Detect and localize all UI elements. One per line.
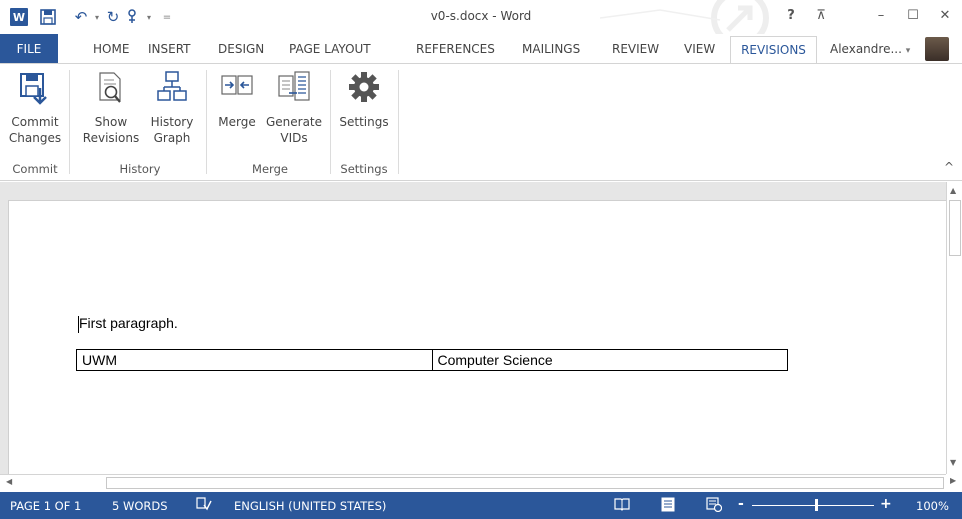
generate-vids-button[interactable]: Generate VIDs: [262, 70, 326, 146]
tab-insert[interactable]: INSERT: [148, 42, 191, 56]
zoom-level[interactable]: 100%: [916, 499, 949, 513]
tab-file[interactable]: FILE: [0, 34, 58, 64]
history-graph-label-1: History: [150, 115, 194, 129]
read-mode-icon[interactable]: [614, 497, 630, 514]
settings-button[interactable]: Settings: [334, 70, 394, 130]
ribbon-separator: [330, 70, 331, 174]
show-revisions-label-2: Revisions: [82, 131, 140, 145]
print-layout-icon[interactable]: [660, 497, 676, 515]
scroll-up-icon[interactable]: ▲: [950, 186, 956, 195]
ribbon: Commit Changes Commit Show Revisions His…: [0, 63, 962, 181]
close-button[interactable]: ✕: [934, 6, 956, 26]
table-row: UWM Computer Science: [76, 349, 788, 371]
group-settings-label: Settings: [340, 162, 388, 176]
horizontal-scrollbar[interactable]: ◀: [0, 474, 946, 490]
zoom-in-button[interactable]: +: [880, 496, 892, 512]
vertical-scrollbar[interactable]: ▲ ▼: [946, 182, 962, 474]
history-graph-icon: [157, 71, 187, 101]
tab-mailings[interactable]: MAILINGS: [522, 42, 580, 56]
horizontal-scroll-thumb[interactable]: [106, 477, 944, 489]
user-dropdown-icon: ▾: [905, 46, 911, 56]
table-cell[interactable]: UWM: [76, 349, 433, 371]
document-page[interactable]: First paragraph. UWM Computer Science: [8, 200, 946, 474]
scroll-left-icon[interactable]: ◀: [6, 477, 12, 486]
document-area: First paragraph. UWM Computer Science: [0, 182, 946, 474]
tab-design[interactable]: DESIGN: [218, 42, 264, 56]
tab-home[interactable]: HOME: [93, 42, 129, 56]
merge-button[interactable]: Merge: [214, 70, 260, 130]
user-name: Alexandre...: [830, 42, 902, 56]
status-bar: PAGE 1 OF 1 5 WORDS ENGLISH (UNITED STAT…: [0, 492, 962, 519]
merge-label: Merge: [218, 115, 256, 129]
show-revisions-label-1: Show: [94, 115, 128, 129]
show-revisions-button[interactable]: Show Revisions: [80, 70, 142, 146]
ribbon-separator: [69, 70, 70, 174]
zoom-out-button[interactable]: -: [738, 496, 744, 512]
proofing-icon[interactable]: [196, 497, 212, 514]
scroll-down-icon[interactable]: ▼: [950, 458, 956, 467]
table-cell[interactable]: Computer Science: [431, 349, 788, 371]
group-merge-label: Merge: [252, 162, 288, 176]
zoom-slider-thumb[interactable]: [815, 499, 818, 511]
tab-revisions[interactable]: REVISIONS: [730, 36, 817, 65]
show-revisions-icon: [99, 72, 121, 103]
merge-icon: [221, 75, 253, 95]
ribbon-display-options-button[interactable]: ⊼: [810, 6, 832, 26]
group-history-label: History: [119, 162, 161, 176]
help-button[interactable]: ?: [780, 6, 802, 26]
generate-vids-icon: [278, 71, 310, 101]
commit-changes-button[interactable]: Commit Changes: [6, 70, 64, 146]
web-layout-icon[interactable]: [706, 497, 723, 515]
ribbon-separator: [206, 70, 207, 174]
word-count[interactable]: 5 WORDS: [112, 499, 168, 513]
scrollbar-corner: ▶: [946, 474, 962, 490]
page-count[interactable]: PAGE 1 OF 1: [10, 499, 81, 513]
tab-references[interactable]: REFERENCES: [416, 42, 495, 56]
commit-icon: [20, 73, 47, 105]
scroll-right-icon[interactable]: ▶: [950, 476, 956, 485]
commit-label-2: Changes: [8, 131, 62, 145]
generate-vids-label-2: VIDs: [280, 131, 308, 145]
commit-label-1: Commit: [11, 115, 59, 129]
tab-review[interactable]: REVIEW: [612, 42, 659, 56]
document-table[interactable]: UWM Computer Science: [76, 349, 788, 371]
history-graph-button[interactable]: History Graph: [144, 70, 200, 146]
generate-vids-label-1: Generate: [265, 115, 323, 129]
tab-view[interactable]: VIEW: [684, 42, 715, 56]
group-commit-label: Commit: [12, 162, 58, 176]
minimize-button[interactable]: –: [870, 6, 892, 26]
vertical-scroll-thumb[interactable]: [949, 200, 961, 256]
tab-page-layout[interactable]: PAGE LAYOUT: [289, 42, 371, 56]
title-bar: W ↶ ▾ ↻ ▾ = v0-s.docx - Word ? ⊼ – ☐ ✕: [0, 0, 962, 34]
history-graph-label-2: Graph: [153, 131, 191, 145]
settings-label: Settings: [339, 115, 389, 129]
ribbon-separator: [398, 70, 399, 174]
ribbon-tabs: FILE HOME INSERT DESIGN PAGE LAYOUT REFE…: [0, 34, 962, 65]
first-paragraph[interactable]: First paragraph.: [79, 315, 178, 331]
zoom-slider[interactable]: [752, 505, 874, 506]
collapse-ribbon-button[interactable]: ^: [944, 160, 954, 174]
language[interactable]: ENGLISH (UNITED STATES): [234, 499, 386, 513]
avatar[interactable]: [925, 37, 949, 61]
gear-icon: [349, 72, 379, 102]
maximize-button[interactable]: ☐: [902, 6, 924, 26]
user-account[interactable]: Alexandre... ▾: [830, 42, 910, 56]
